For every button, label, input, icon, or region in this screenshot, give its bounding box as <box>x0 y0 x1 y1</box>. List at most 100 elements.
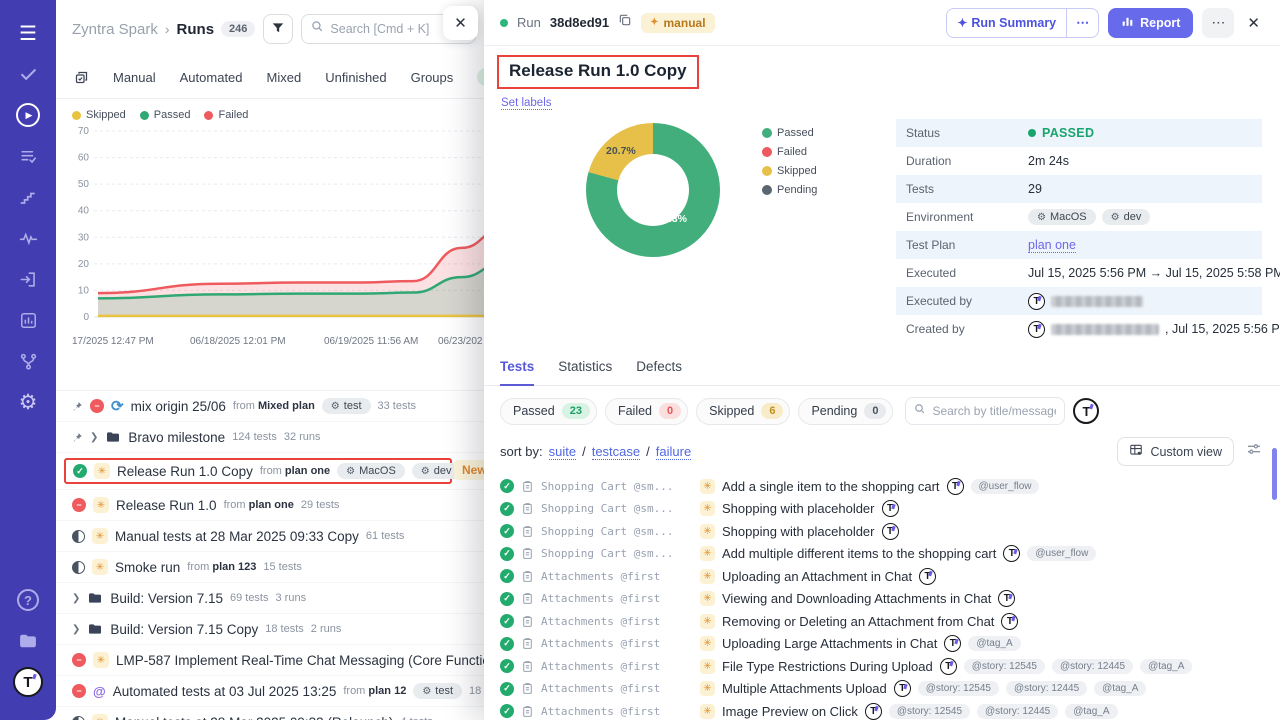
sidebar-item-runs[interactable]: ▶ <box>11 98 45 132</box>
environment-chip: ⚙test <box>322 398 371 414</box>
assignee-filter-avatar[interactable]: T <box>1073 398 1099 424</box>
test-row[interactable]: ✓Attachments @first✳Uploading Large Atta… <box>500 633 1280 656</box>
filter-chip-skipped[interactable]: Skipped6 <box>696 398 790 425</box>
test-suite-label: Attachments @first <box>541 705 693 718</box>
test-tag: @story: 12545 <box>918 681 999 696</box>
test-plan-link[interactable]: plan one <box>1028 238 1076 253</box>
folder-icon <box>87 621 103 637</box>
sidebar-item-traceability[interactable] <box>11 344 45 378</box>
chevron-right-icon[interactable]: ❯ <box>72 593 80 604</box>
sort-by-suite[interactable]: suite <box>549 444 576 460</box>
chevron-right-icon[interactable]: ❯ <box>72 624 80 635</box>
filter-chip-pending[interactable]: Pending0 <box>798 398 893 425</box>
tests-search-input[interactable] <box>932 404 1056 418</box>
run-meta: 3 runs <box>276 592 307 604</box>
sidebar-item-activity[interactable] <box>11 221 45 255</box>
sidebar-item-projects[interactable] <box>11 624 45 658</box>
user-avatar: T <box>13 667 43 697</box>
tab-groups[interactable]: Groups <box>411 70 454 85</box>
chevron-right-icon[interactable]: ❯ <box>90 432 98 443</box>
filter-chip-label: Skipped <box>709 404 754 418</box>
tab-unfinished[interactable]: Unfinished <box>325 70 386 85</box>
test-row[interactable]: ✓Attachments @first✳Image Preview on Cli… <box>500 700 1280 720</box>
run-row[interactable]: −✳Release Run 1.0from plan one29 tests <box>56 490 484 521</box>
run-row[interactable]: −⟳mix origin 25/06from Mixed plan⚙test33… <box>56 391 484 422</box>
custom-view-button[interactable]: Custom view <box>1117 437 1234 466</box>
sidebar-item-profile[interactable]: T <box>11 665 45 699</box>
sidebar-item-menu[interactable]: ☰ <box>11 16 45 50</box>
detail-text: Jul 15, 2025 5:56 PM → Jul 15, 2025 5:58… <box>1028 266 1280 280</box>
tab-automated[interactable]: Automated <box>180 70 243 85</box>
test-case-icon <box>521 525 534 538</box>
test-row[interactable]: ✓Shopping Cart @sm...✳Add multiple diffe… <box>500 543 1280 566</box>
run-row[interactable]: ✳Manual tests at 28 Mar 2025 09:33 (Rela… <box>56 707 484 720</box>
gear-icon: ⚙ <box>1111 212 1120 223</box>
panel-close-button[interactable]: ✕ <box>443 6 478 40</box>
sidebar-item-imports[interactable] <box>11 262 45 296</box>
sort-by-failure[interactable]: failure <box>656 444 691 460</box>
filter-chip-failed[interactable]: Failed0 <box>605 398 688 425</box>
runs-panel: Zyntra Spark › Runs 246 ✕ Manua <box>56 0 484 720</box>
select-all-icon[interactable] <box>74 70 89 85</box>
run-row[interactable]: ✓✳Release Run 1.0 Copyfrom plan one⚙MacO… <box>56 453 484 490</box>
run-row[interactable]: −✳LMP-587 Implement Real-Time Chat Messa… <box>56 645 484 676</box>
manual-test-icon: ✳ <box>700 659 715 674</box>
copy-icon[interactable] <box>618 13 632 32</box>
run-row[interactable]: ✳Manual tests at 28 Mar 2025 09:33 Copy6… <box>56 521 484 552</box>
breadcrumb-section[interactable]: Runs <box>177 21 215 38</box>
tab-mixed[interactable]: Mixed <box>267 70 302 85</box>
test-row[interactable]: ✓Shopping Cart @sm...✳Add a single item … <box>500 475 1280 498</box>
donut-legend-pending: Pending <box>762 184 817 196</box>
report-button[interactable]: Report <box>1108 8 1193 38</box>
area-chart: 010203040506070 <box>72 123 502 331</box>
breadcrumb-project[interactable]: Zyntra Spark <box>72 21 158 38</box>
test-case-icon <box>521 637 534 650</box>
test-row[interactable]: ✓Attachments @first✳File Type Restrictio… <box>500 655 1280 678</box>
sidebar-item-milestones[interactable] <box>11 180 45 214</box>
app-root: ☰▶⚙?T Zyntra Spark › Runs 246 ✕ <box>0 0 1280 720</box>
sidebar-item-shared-steps[interactable] <box>11 139 45 173</box>
run-row[interactable]: ❯Bravo milestone124 tests32 runs <box>56 422 484 453</box>
test-title: Image Preview on Click <box>722 704 858 719</box>
run-row[interactable]: ✳Smoke runfrom plan 12315 tests <box>56 552 484 583</box>
run-row[interactable]: −@Automated tests at 03 Jul 2025 13:25fr… <box>56 676 484 707</box>
run-row[interactable]: ❯Build: Version 7.1569 tests3 runs <box>56 583 484 614</box>
sidebar-item-help[interactable]: ? <box>11 583 45 617</box>
more-actions-button[interactable]: ⋯ <box>1202 8 1234 38</box>
test-row[interactable]: ✓Shopping Cart @sm...✳Shopping with plac… <box>500 498 1280 521</box>
tab-defects[interactable]: Defects <box>636 359 682 385</box>
sidebar-item-test-cases[interactable] <box>11 57 45 91</box>
sliders-icon[interactable] <box>1246 441 1262 462</box>
tab-manual[interactable]: Manual <box>113 70 156 85</box>
run-row[interactable]: ❯Build: Version 7.15 Copy18 tests2 runs <box>56 614 484 645</box>
test-tag: @story: 12445 <box>1052 659 1133 674</box>
environment-chip-label: test <box>344 400 362 412</box>
sidebar-item-reports[interactable] <box>11 303 45 337</box>
drawer-header: Run 38d8ed91 ✦ manual ✦ Run Summary ⋯ <box>484 0 1280 46</box>
set-labels-link[interactable]: Set labels <box>501 97 552 110</box>
run-summary-button[interactable]: ✦ Run Summary ⋯ <box>946 8 1099 38</box>
drawer-close-button[interactable]: ✕ <box>1243 10 1264 36</box>
test-row[interactable]: ✓Attachments @first✳Viewing and Download… <box>500 588 1280 611</box>
filter-button[interactable] <box>263 14 293 44</box>
manual-test-icon: ✳ <box>700 636 715 651</box>
sidebar-item-settings[interactable]: ⚙ <box>11 385 45 419</box>
tab-tests[interactable]: Tests <box>500 359 534 386</box>
test-row[interactable]: ✓Attachments @first✳Removing or Deleting… <box>500 610 1280 633</box>
tab-statistics[interactable]: Statistics <box>558 359 612 385</box>
legend-dot <box>204 111 213 120</box>
run-label: Run <box>517 15 541 30</box>
sort-by-testcase[interactable]: testcase <box>592 444 640 460</box>
test-row[interactable]: ✓Shopping Cart @sm...✳Shopping with plac… <box>500 520 1280 543</box>
test-case-icon <box>521 705 534 718</box>
filter-chip-passed[interactable]: Passed23 <box>500 398 597 425</box>
scrollbar-thumb[interactable] <box>1272 448 1277 500</box>
donut-zone: 20.7% 79.3% PassedFailedSkippedPending <box>586 119 817 343</box>
filter-chip-count: 0 <box>659 403 681 419</box>
filter-chip-label: Pending <box>811 404 857 418</box>
test-row[interactable]: ✓Attachments @first✳Uploading an Attachm… <box>500 565 1280 588</box>
legend-dot <box>762 128 772 138</box>
test-row[interactable]: ✓Attachments @first✳Multiple Attachments… <box>500 678 1280 701</box>
tests-search[interactable] <box>905 397 1065 425</box>
run-summary-more-button[interactable]: ⋯ <box>1066 9 1098 37</box>
